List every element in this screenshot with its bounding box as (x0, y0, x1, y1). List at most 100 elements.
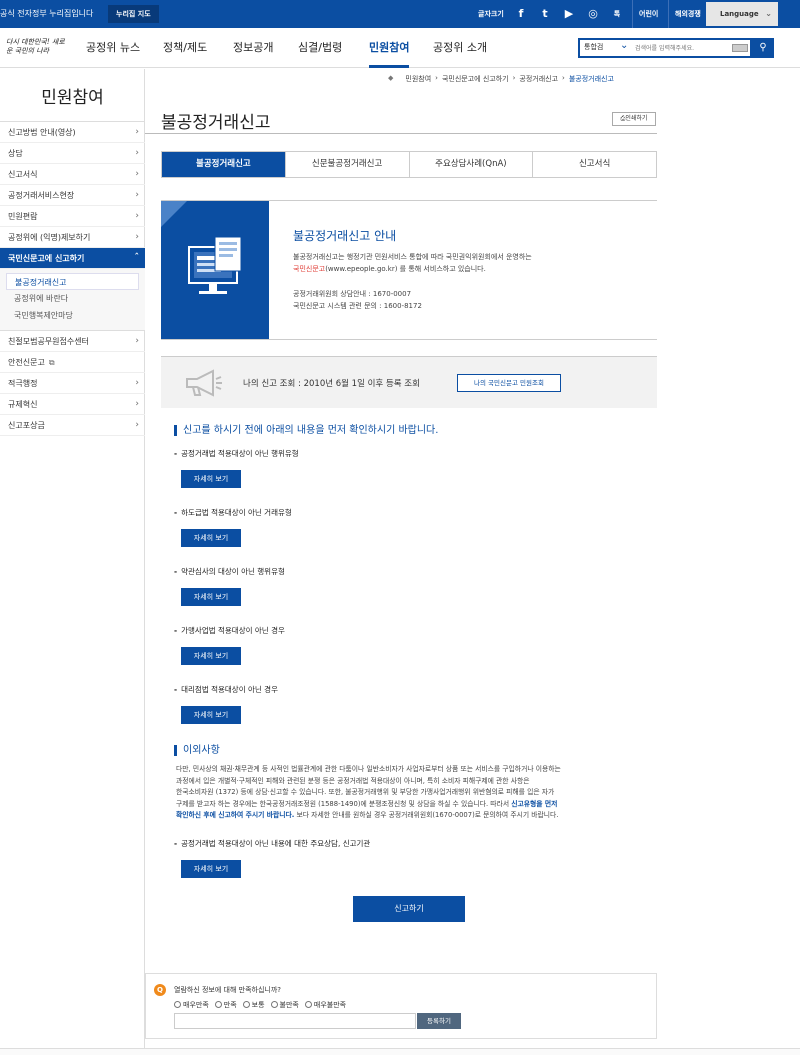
detail-button[interactable]: 자세히 보기 (181, 706, 241, 724)
side-item-consult[interactable]: 상담 › (0, 143, 145, 164)
crumb-current: 불공정거래신고 (568, 75, 614, 83)
detail-button[interactable]: 자세히 보기 (181, 588, 241, 606)
chevron-up-icon: ˆ (134, 253, 140, 263)
external-link-icon: ⧉ (48, 358, 55, 367)
item-label: - 약관심사의 대상이 아닌 행위유형 (174, 567, 285, 576)
chevron-right-icon: › (135, 420, 139, 430)
my-report-lookup: 나의 신고 조회 : 2010년 6월 1일 이후 등록 조회 나의 국민신문고… (161, 356, 657, 408)
survey-option[interactable]: 만족 (214, 1000, 237, 1010)
epeople-link[interactable]: 국민신문고 (293, 265, 325, 273)
crumb-2[interactable]: 국민신문고에 신고하기 (442, 74, 509, 84)
header: 다시 대한민국! 새로운 국민의 나라 공정위 뉴스 정책/제도 정보공개 심결… (0, 28, 800, 68)
survey-submit-button[interactable]: 등록하기 (417, 1013, 461, 1029)
tab-newspaper-report[interactable]: 신문불공정거래신고 (284, 152, 409, 177)
crumb-3[interactable]: 공정거래신고 (519, 74, 558, 84)
megaphone-icon (186, 369, 222, 397)
twitter-icon[interactable]: t (538, 7, 552, 21)
home-icon[interactable]: ◆ (388, 74, 393, 84)
search-input[interactable] (635, 42, 730, 54)
kakaotalk-icon[interactable]: 톡 (610, 7, 624, 21)
sns-links: f t ▶ ◎ 톡 (514, 0, 624, 28)
crumb-1[interactable]: 민원참여 (405, 74, 431, 84)
chevron-right-icon: › (135, 336, 139, 346)
side-nav-title: 민원참여 (41, 88, 104, 108)
sub-item-proposal[interactable]: 국민행복제안마당 (0, 307, 145, 324)
side-item-handbook[interactable]: 민원편람 › (0, 206, 145, 227)
chevron-right-icon: › (135, 169, 139, 179)
survey-option[interactable]: 불만족 (270, 1000, 299, 1010)
other-paragraph: 다만, 민사상의 채권·채무관계 등 사적인 법률관계에 관한 다툼이나 일반소… (176, 765, 561, 819)
language-select[interactable]: Language ⌄ (706, 2, 778, 26)
nav-disclosure[interactable]: 정보공개 (233, 28, 273, 68)
content-tabs: 불공정거래신고 신문불공정거래신고 주요상담사례(QnA) 신고서식 (161, 151, 657, 178)
instagram-icon[interactable]: ◎ (586, 7, 600, 21)
search-box: 통합검 ⌄ (578, 38, 752, 58)
info-illustration (161, 201, 269, 339)
side-submenu: 불공정거래신고 공정위에 바란다 국민행복제안마당 (0, 269, 145, 331)
site-logo[interactable]: 다시 대한민국! 새로운 국민의 나라 (6, 38, 66, 60)
side-nav: 민원참여 신고방법 안내(영상) › 상담 › 신고서식 › 공정거래서비스현장 › 민… (0, 69, 145, 1055)
title-divider (145, 133, 657, 134)
info-line-3: 공정거래위원회 상담안내 : 1670-0007 (293, 290, 412, 298)
breadcrumb: ◆ 민원참여 › 국민신문고에 신고하기 › 공정거래신고 › 불공정거래신고 (388, 74, 614, 84)
computer-icon (188, 236, 242, 294)
info-line-1: 불공정거래신고는 행정기관 민원서비스 통합에 따라 국민권익위원회에서 운영하… (293, 253, 532, 261)
item-label: - 공정거래법 적용대상이 아닌 내용에 대한 주요상담, 신고기관 (174, 839, 371, 848)
chevron-right-icon: › (135, 232, 139, 242)
keyboard-icon[interactable] (732, 44, 748, 52)
survey-option[interactable]: 매우만족 (174, 1000, 209, 1010)
epeople-lookup-button[interactable]: 나의 국민신문고 민원조회 (457, 374, 561, 392)
survey-comment-input[interactable] (174, 1013, 416, 1029)
survey-question: 열람하신 정보에 대해 만족하십니까? (174, 986, 281, 994)
survey-options: 매우만족 만족 보통 불만족 매우불만족 (174, 1000, 346, 1010)
side-item-kind-official[interactable]: 친절모범공무원접수센터 › (0, 331, 145, 352)
abroad-link[interactable]: 해외경쟁 (668, 0, 701, 28)
facebook-icon[interactable]: f (514, 7, 528, 21)
chevron-right-icon: › (135, 211, 139, 221)
font-size-button[interactable]: 글자크기 (478, 0, 504, 28)
side-item-regulation[interactable]: 규제혁신 › (0, 394, 145, 415)
nav-policy[interactable]: 정책/제도 (163, 28, 207, 68)
side-item-service[interactable]: 공정거래서비스현장 › (0, 185, 145, 206)
nav-civil-participation[interactable]: 민원참여 (369, 28, 410, 68)
detail-button[interactable]: 자세히 보기 (181, 860, 241, 878)
tab-qna[interactable]: 주요상담사례(QnA) (408, 152, 533, 177)
side-item-active-admin[interactable]: 적극행정 › (0, 373, 145, 394)
search-scope-select[interactable]: 통합검 (584, 42, 603, 52)
search-button[interactable]: ⚲ (752, 38, 774, 58)
nav-decision-law[interactable]: 심결/법령 (298, 28, 342, 68)
survey-option[interactable]: 매우불만족 (304, 1000, 346, 1010)
nav-about[interactable]: 공정위 소개 (433, 28, 487, 68)
info-line-4: 국민신문고 시스템 관련 문의 : 1600-8172 (293, 302, 422, 310)
sub-item-wish[interactable]: 공정위에 바란다 (0, 290, 145, 307)
page-title: 불공정거래신고 (161, 113, 271, 133)
chevron-down-icon[interactable]: ⌄ (620, 40, 628, 51)
sitemap-button[interactable]: 누리집 지도 (108, 5, 159, 23)
print-button[interactable]: ⎙인쇄하기 (612, 112, 656, 126)
chevron-right-icon: › (135, 148, 139, 158)
item-label: - 공정거래법 적용대상이 아닌 행위유형 (174, 449, 299, 458)
detail-button[interactable]: 자세히 보기 (181, 470, 241, 488)
nav-news[interactable]: 공정위 뉴스 (86, 28, 140, 68)
side-item-reward[interactable]: 신고포상금 › (0, 415, 145, 436)
search-icon: ⚲ (759, 42, 767, 53)
tab-unfair-report[interactable]: 불공정거래신고 (162, 152, 285, 177)
side-item-epeople[interactable]: 국민신문고에 신고하기 ˆ (0, 248, 145, 269)
chevron-right-icon: › (135, 127, 139, 137)
sub-item-unfair[interactable]: 불공정거래신고 (6, 273, 139, 290)
side-item-anonymous[interactable]: 공정위에 (익명)제보하기 › (0, 227, 145, 248)
side-item-report-guide[interactable]: 신고방법 안내(영상) › (0, 122, 145, 143)
info-heading: 불공정거래신고 안내 (293, 229, 397, 243)
side-item-forms[interactable]: 신고서식 › (0, 164, 145, 185)
side-item-safety[interactable]: 안전신문고 ⧉ (0, 352, 145, 373)
detail-button[interactable]: 자세히 보기 (181, 529, 241, 547)
kids-link[interactable]: 어린이 (632, 0, 658, 28)
tab-forms[interactable]: 신고서식 (532, 152, 656, 177)
detail-button[interactable]: 자세히 보기 (181, 647, 241, 665)
report-button[interactable]: 신고하기 (353, 896, 465, 922)
footer-divider (0, 1048, 800, 1055)
item-label: - 가맹사업법 적용대상이 아닌 경우 (174, 626, 285, 635)
survey-option[interactable]: 보통 (242, 1000, 265, 1010)
youtube-icon[interactable]: ▶ (562, 7, 576, 21)
lookup-text: 나의 신고 조회 : 2010년 6월 1일 이후 등록 조회 (243, 379, 420, 389)
